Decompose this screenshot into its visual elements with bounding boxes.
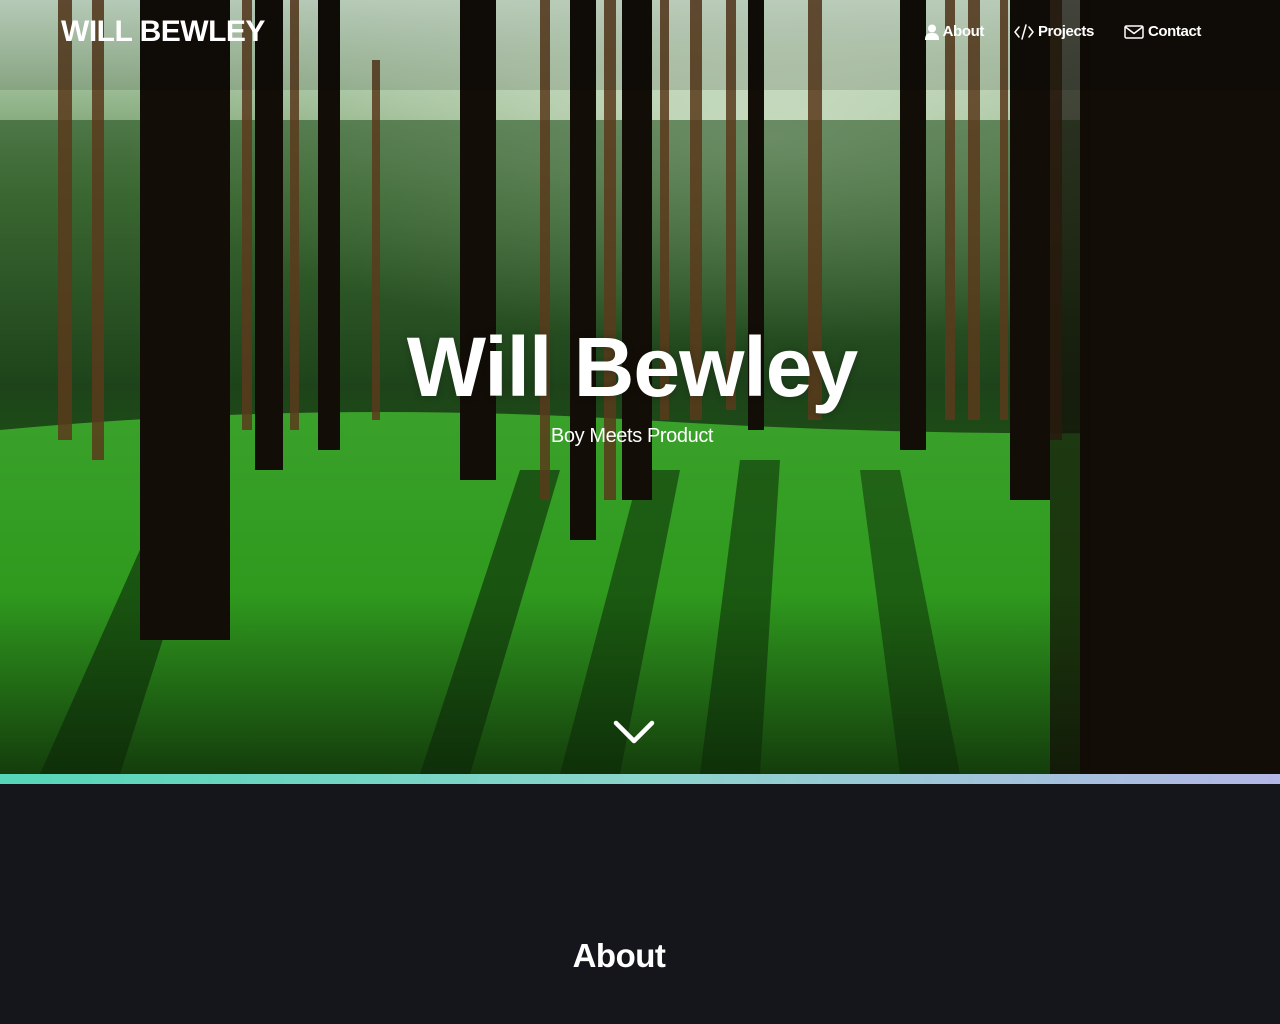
about-heading: About [572, 937, 666, 974]
primary-nav: About Projects Contact [924, 22, 1201, 42]
hero-title: Will Bewley [406, 320, 858, 414]
hero-subtitle: Boy Meets Product [550, 425, 714, 447]
nav-link-about-label: About [942, 23, 985, 40]
code-icon [1014, 24, 1034, 40]
accent-divider [0, 774, 1280, 784]
nav-link-projects-label: Projects [1037, 23, 1094, 40]
nav-link-about[interactable]: About [924, 22, 985, 42]
nav-link-projects[interactable]: Projects [1014, 22, 1094, 42]
nav-link-contact-label: Contact [1147, 23, 1201, 40]
user-icon [924, 24, 939, 40]
top-navigation-bar: WILL BEWLEY About Projects Contact [0, 0, 1280, 64]
envelope-icon [1124, 25, 1144, 39]
site-logo[interactable]: WILL BEWLEY [61, 16, 265, 48]
hero-section: WILL BEWLEY About Projects Contact Will … [0, 0, 1280, 774]
chevron-down-icon[interactable] [612, 718, 656, 748]
nav-link-contact[interactable]: Contact [1124, 22, 1201, 42]
about-section: About [0, 784, 1280, 1024]
